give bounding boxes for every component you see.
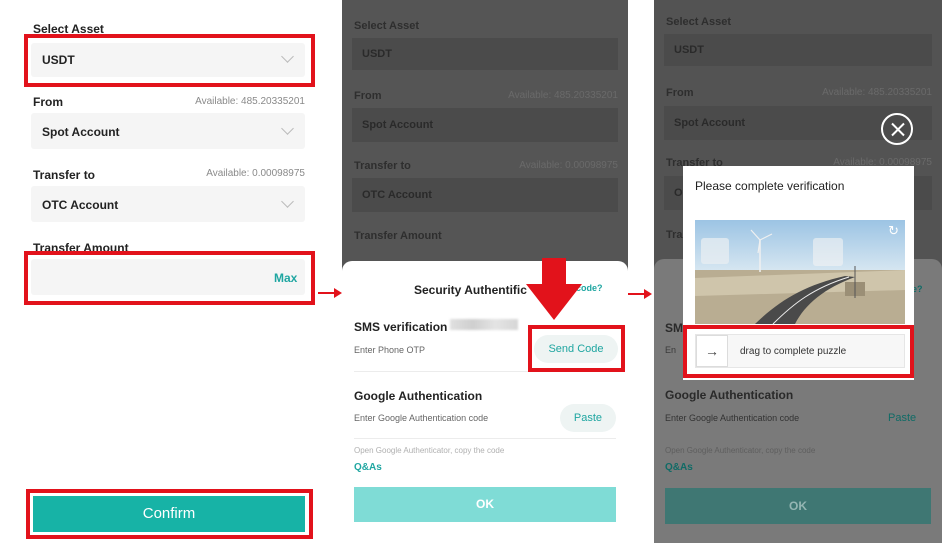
highlight-amount-box <box>24 251 315 305</box>
sms-sub-partial: En <box>665 345 677 355</box>
google-auth-field: Enter Google Authentication code <box>665 413 800 423</box>
from-available: Available: 485.20335201 <box>508 90 618 101</box>
transfer-to-label: Transfer to <box>33 168 96 182</box>
masked-phone-number <box>450 319 518 330</box>
transfer-amount-label: Transfer Amount <box>354 230 442 242</box>
select-asset-label: Select Asset <box>666 16 732 28</box>
puzzle-image: ↻ <box>695 220 905 324</box>
from-account-select[interactable]: Spot Account <box>31 113 305 149</box>
to-account-value: OTC Account <box>362 189 432 201</box>
from-label: From <box>354 90 382 102</box>
transfer-amount-label: Tra <box>666 229 683 241</box>
asset-value: USDT <box>674 44 704 56</box>
paste-button[interactable]: Paste <box>560 404 616 432</box>
ok-button[interactable]: OK <box>354 487 616 522</box>
highlight-confirm-box <box>26 489 313 539</box>
google-auth-field[interactable]: Enter Google Authentication code <box>354 413 488 423</box>
security-auth-panel: Select Asset USDT From Available: 485.20… <box>342 0 628 543</box>
to-account-value: OTC Account <box>42 198 119 212</box>
highlight-slider-box <box>683 325 914 378</box>
authenticator-hint: Open Google Authenticator, copy the code <box>354 446 505 455</box>
modal-title: Please complete verification <box>695 179 845 193</box>
select-asset-label: Select Asset <box>354 20 420 32</box>
from-label: From <box>33 95 63 109</box>
asset-select: USDT <box>664 34 932 66</box>
qas-link: Q&As <box>665 462 693 473</box>
qas-link[interactable]: Q&As <box>354 462 382 473</box>
asset-select: USDT <box>352 38 618 70</box>
google-auth-title: Google Authentication <box>354 389 483 403</box>
sheet-title: Security Authentific <box>414 283 527 297</box>
ok-button: OK <box>665 488 931 524</box>
asset-value: USDT <box>362 48 392 60</box>
next-step-arrow-icon <box>318 288 342 298</box>
divider <box>354 438 616 439</box>
to-available: Available: 0.00098975 <box>206 168 305 179</box>
transfer-form-panel: Select Asset USDT From Available: 485.20… <box>20 0 319 543</box>
security-auth-sheet: Security Authentific code? SMS verificat… <box>342 261 628 543</box>
to-available: Available: 0.00098975 <box>519 160 618 171</box>
puzzle-verification-panel: Select Asset USDT From Available: 485.20… <box>654 0 942 543</box>
from-account-value: Spot Account <box>362 119 434 131</box>
sms-title-partial: SM <box>665 321 683 335</box>
from-available: Available: 485.20335201 <box>822 87 932 98</box>
paste-button: Paste <box>888 412 917 424</box>
to-account-select[interactable]: OTC Account <box>31 186 305 222</box>
landscape-road-image <box>695 220 905 324</box>
chevron-down-icon <box>281 122 294 135</box>
next-step-arrow-icon <box>628 289 652 299</box>
highlight-asset-box <box>24 34 315 87</box>
chevron-down-icon <box>281 195 294 208</box>
from-account-select: Spot Account <box>352 108 618 142</box>
google-auth-title: Google Authentication <box>665 388 794 402</box>
authenticator-hint: Open Google Authenticator, copy the code <box>665 446 816 455</box>
refresh-icon[interactable]: ↻ <box>888 223 899 239</box>
tutorial-composite: Select Asset USDT From Available: 485.20… <box>0 0 949 543</box>
to-account-select: OTC Account <box>352 178 618 212</box>
from-available: Available: 485.20335201 <box>195 96 305 107</box>
highlight-send-code-box <box>528 325 625 372</box>
sms-otp-field[interactable]: Enter Phone OTP <box>354 345 425 355</box>
from-account-value: Spot Account <box>42 125 120 139</box>
from-label: From <box>666 87 694 99</box>
from-account-value: Spot Account <box>674 117 746 129</box>
close-icon[interactable] <box>881 113 913 145</box>
down-arrow-icon <box>526 258 582 320</box>
sms-verification-title: SMS verification <box>354 320 448 334</box>
to-account-value: O <box>674 187 683 199</box>
transfer-to-label: Transfer to <box>354 160 411 172</box>
